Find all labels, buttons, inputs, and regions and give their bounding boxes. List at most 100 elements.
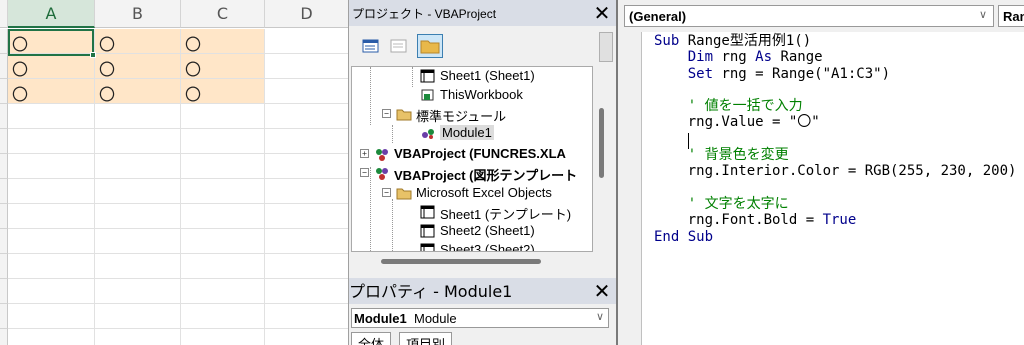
tab-alphabetic[interactable]: 全体 — [351, 332, 392, 345]
view-object-button[interactable] — [385, 34, 411, 58]
scrollbar-thumb[interactable] — [381, 259, 541, 264]
row-header[interactable] — [0, 29, 8, 54]
cell[interactable] — [265, 104, 348, 129]
procedure-dropdown[interactable]: Ran — [998, 5, 1024, 27]
row-header[interactable] — [0, 104, 8, 129]
view-code-button[interactable] — [357, 34, 383, 58]
object-dropdown-value: (General) — [629, 9, 687, 24]
cell[interactable] — [95, 279, 181, 304]
cell[interactable] — [265, 54, 348, 79]
scrollbar-thumb[interactable] — [599, 108, 604, 178]
row-header[interactable] — [0, 304, 8, 329]
code-token: ' 値を一括で入力 — [654, 98, 803, 115]
cell[interactable] — [181, 229, 265, 254]
cell[interactable]: 〇 — [95, 54, 181, 79]
corner-header[interactable] — [0, 0, 8, 28]
cell[interactable] — [95, 154, 181, 179]
cell[interactable] — [8, 204, 95, 229]
margin-indicator-bar[interactable] — [618, 32, 642, 345]
cell[interactable] — [265, 154, 348, 179]
collapse-icon[interactable]: − — [382, 188, 391, 197]
collapse-icon[interactable]: − — [382, 109, 391, 118]
project-tree-horizontal-scrollbar[interactable] — [351, 254, 593, 268]
cell[interactable] — [181, 129, 265, 154]
cell[interactable] — [181, 254, 265, 279]
open-folder-icon — [396, 188, 412, 200]
row-header[interactable] — [0, 54, 8, 79]
project-tree-vertical-scrollbar[interactable] — [595, 66, 609, 252]
cell[interactable] — [265, 29, 348, 54]
cell[interactable]: 〇 — [8, 54, 95, 79]
toolbar-overflow-scroll[interactable] — [599, 32, 613, 62]
cell[interactable] — [95, 179, 181, 204]
cell[interactable] — [8, 304, 95, 329]
cell[interactable] — [95, 104, 181, 129]
row-header[interactable] — [0, 179, 8, 204]
cell[interactable] — [265, 279, 348, 304]
cell[interactable]: 〇 — [181, 54, 265, 79]
row-header[interactable] — [0, 254, 8, 279]
cell[interactable] — [95, 329, 181, 345]
row-header[interactable] — [0, 204, 8, 229]
row-header[interactable] — [0, 154, 8, 179]
column-header-c[interactable]: C — [181, 0, 265, 28]
cell[interactable] — [181, 279, 265, 304]
cell[interactable] — [95, 229, 181, 254]
toggle-folders-button[interactable] — [417, 34, 443, 58]
cell[interactable] — [181, 204, 265, 229]
cell[interactable] — [181, 179, 265, 204]
cell[interactable] — [8, 104, 95, 129]
worksheet-icon — [420, 243, 435, 251]
row-header[interactable] — [0, 79, 8, 104]
cell[interactable]: 〇 — [95, 29, 181, 54]
close-icon[interactable]: ✕ — [591, 280, 613, 302]
tree-item-label: VBAProject (FUNCRES.XLA — [394, 146, 566, 161]
row-header[interactable] — [0, 279, 8, 304]
row-header[interactable] — [0, 129, 8, 154]
cell[interactable] — [95, 204, 181, 229]
cell[interactable] — [95, 304, 181, 329]
cell[interactable] — [181, 154, 265, 179]
collapse-icon[interactable]: − — [360, 168, 369, 177]
properties-object-select[interactable]: Module1 Module ∨ — [351, 308, 609, 328]
cell[interactable] — [8, 154, 95, 179]
column-header-d[interactable]: D — [265, 0, 348, 28]
tree-connector — [392, 199, 393, 251]
cell[interactable] — [95, 254, 181, 279]
cell[interactable]: 〇 — [8, 29, 95, 54]
cell[interactable] — [265, 129, 348, 154]
cell[interactable] — [181, 304, 265, 329]
row-header[interactable] — [0, 229, 8, 254]
cell[interactable] — [265, 329, 348, 345]
cell[interactable] — [8, 329, 95, 345]
object-dropdown[interactable]: (General) ∨ — [624, 5, 994, 27]
row-header[interactable] — [0, 329, 8, 345]
code-token: ' 文字を太字に — [654, 195, 789, 212]
cell[interactable] — [265, 229, 348, 254]
cell[interactable]: 〇 — [181, 29, 265, 54]
code-editor[interactable]: Sub Range型活用例1() Dim rng As Range Set rn… — [654, 33, 1016, 245]
cell[interactable] — [265, 79, 348, 104]
cell[interactable] — [265, 204, 348, 229]
cell[interactable]: 〇 — [95, 79, 181, 104]
cell[interactable] — [8, 179, 95, 204]
tab-categorized[interactable]: 項目別 — [399, 332, 453, 345]
cell[interactable] — [265, 304, 348, 329]
cell[interactable] — [8, 279, 95, 304]
expand-icon[interactable]: + — [360, 149, 369, 158]
cell[interactable] — [8, 129, 95, 154]
cell[interactable] — [181, 329, 265, 345]
cell[interactable]: 〇 — [8, 79, 95, 104]
column-header-b[interactable]: B — [95, 0, 181, 28]
code-token: rng.Interior.Color = RGB(255, 230, 200) — [654, 163, 1017, 180]
cell[interactable] — [265, 254, 348, 279]
cell[interactable] — [265, 179, 348, 204]
cell[interactable]: 〇 — [181, 79, 265, 104]
code-token: rng.Value = "〇" — [654, 114, 820, 131]
cell[interactable] — [8, 229, 95, 254]
column-header-a[interactable]: A — [8, 0, 95, 28]
cell[interactable] — [181, 104, 265, 129]
close-icon[interactable]: ✕ — [591, 2, 613, 24]
cell[interactable] — [95, 129, 181, 154]
cell[interactable] — [8, 254, 95, 279]
